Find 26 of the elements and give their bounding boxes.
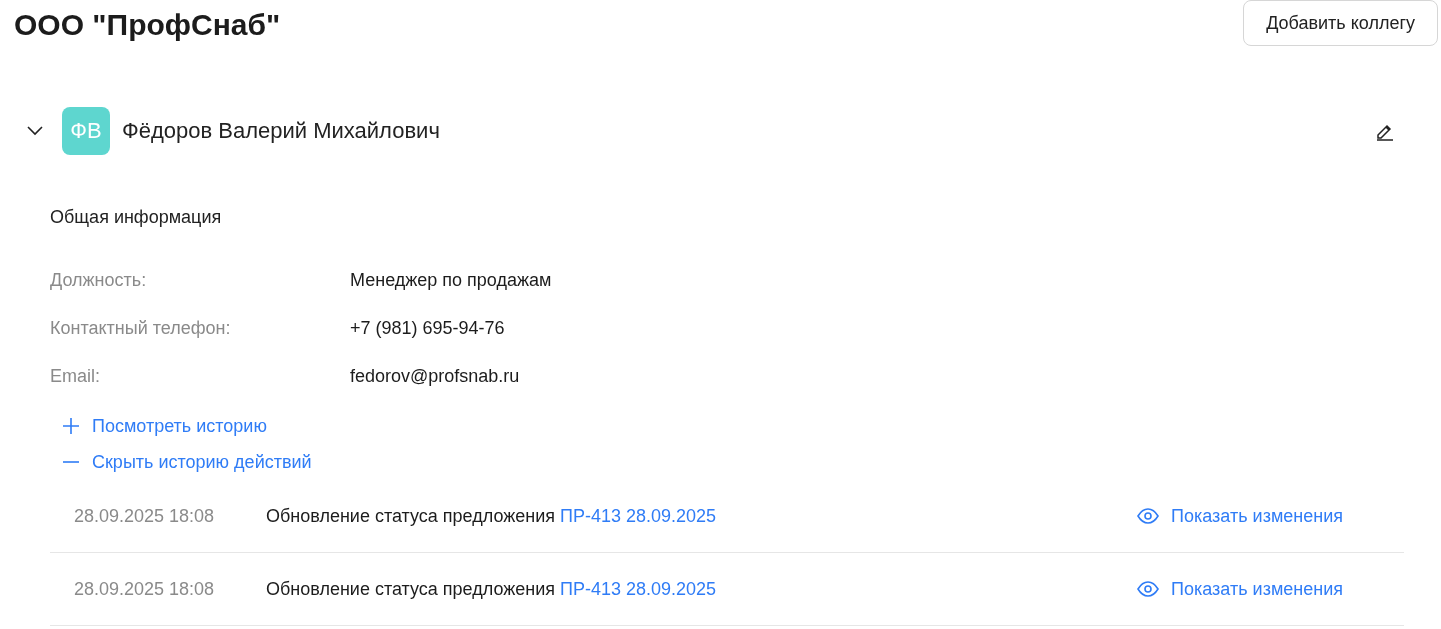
section-title: Общая информация — [50, 206, 223, 229]
proposal-link[interactable]: ПР-413 28.09.2025 — [560, 505, 717, 526]
history-text: Обновление статуса предложения ПР-413 28.09.2025 — [266, 505, 718, 527]
field-value: Менеджер по продажам — [350, 269, 552, 291]
show-history-link[interactable]: Посмотреть историю — [62, 414, 267, 438]
chevron-icon[interactable] — [27, 126, 43, 136]
add-colleague-button[interactable]: Добавить коллегу — [1243, 0, 1438, 46]
employee-name: Фёдоров Валерий Михайлович — [122, 118, 441, 144]
history-time: 28.09.2025 18:08 — [74, 578, 216, 600]
avatar: ФВ — [62, 107, 110, 155]
plus-icon — [62, 417, 80, 435]
company-title: ООО "ПрофСнаб" — [14, 7, 281, 43]
minus-icon — [62, 461, 80, 463]
history-time: 28.09.2025 18:08 — [74, 505, 216, 527]
proposal-link[interactable]: ПР-413 28.09.2025 — [560, 578, 717, 599]
show-changes-link[interactable]: Показать изменения — [1137, 505, 1343, 527]
eye-icon — [1137, 581, 1160, 597]
eye-icon — [1137, 508, 1160, 524]
field-value: +7 (981) 695-94-76 — [350, 317, 505, 339]
hide-history-link[interactable]: Скрыть историю действий — [62, 450, 312, 474]
history-text: Обновление статуса предложения ПР-413 28.09.2025 — [266, 578, 718, 600]
field-label: Контактный телефон: — [50, 317, 231, 339]
field-value: fedorov@profsnab.ru — [350, 365, 520, 387]
field-label: Должность: — [50, 269, 147, 291]
show-changes-link[interactable]: Показать изменения — [1137, 578, 1343, 600]
field-label: Email: — [50, 365, 100, 387]
